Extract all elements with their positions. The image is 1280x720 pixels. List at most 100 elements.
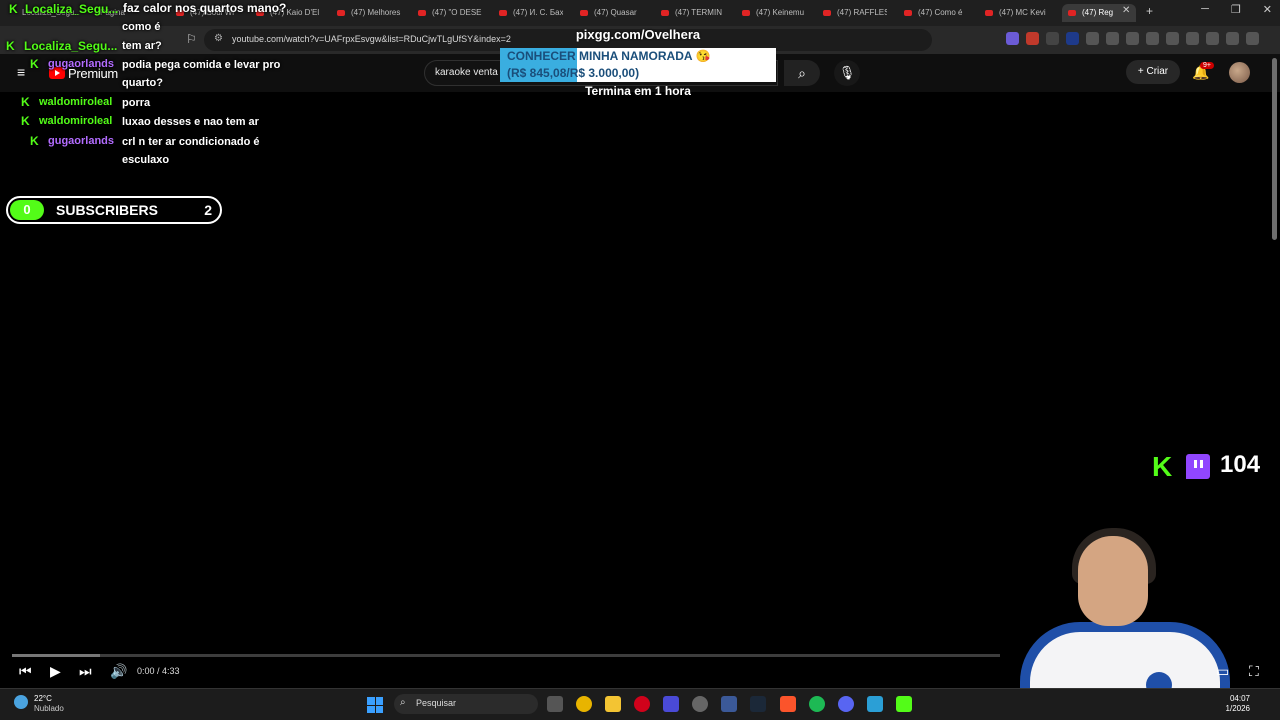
kick-badge-icon: K [21,114,30,128]
browser-tab[interactable]: (47) Melhores [337,4,401,22]
avatar[interactable] [1229,62,1250,83]
brave-icon[interactable] [780,696,796,712]
youtube-favicon-icon [823,9,831,16]
puzzle-icon[interactable] [1106,32,1119,45]
kick-badge-icon: K [9,2,18,16]
chat-text: porra [122,97,151,109]
viewer-count: 104 [1220,451,1261,478]
browser-tab[interactable]: (47) И. С. Бах [499,4,563,22]
kick-badge-icon: K [30,57,39,71]
taskbar-search[interactable]: ⌕ Pesquisar [394,694,538,714]
close-window-icon[interactable]: ✕ [1263,3,1272,16]
kick-badge-icon: K [6,39,15,53]
tab-label: (47) Keinemu [756,8,805,17]
tab-label: (47) "O DESE [432,8,482,17]
donation-goal-card: CONHECER MINHA NAMORADA 😘 (R$ 845,08/R$ … [500,48,776,82]
youtube-favicon-icon [742,9,750,16]
viewer-count-widget: K 104 [1150,451,1280,483]
app-icon[interactable] [721,696,737,712]
menu-icon[interactable] [1246,32,1259,45]
extension-icon[interactable] [1046,32,1059,45]
subs-label: SUBSCRIBERS [56,202,158,218]
music-icon[interactable] [1146,32,1159,45]
taskbar-search-placeholder: Pesquisar [416,698,457,708]
search-button[interactable]: ⌕ [784,60,820,86]
youtube-favicon-icon [904,9,912,16]
sidebar-icon[interactable] [1166,32,1179,45]
start-menu-icon[interactable] [367,697,383,713]
chat-text: luxao desses e nao tem ar [122,116,259,128]
chat-username: waldomiroleal [39,115,113,127]
weather-description: Nublado [34,704,64,713]
discord-icon[interactable] [838,696,854,712]
voice-search-button[interactable]: 🎙 [834,60,860,86]
chat-username: gugaorlands [48,58,115,70]
minimize-icon[interactable]: ─ [1201,3,1209,16]
chat-overlay: K Localiza_Segu... faz calor nos quartos… [0,0,300,180]
steam-icon[interactable] [750,696,766,712]
extension-icon[interactable] [1066,32,1079,45]
browser-tab[interactable]: (47) Quasar [580,4,644,22]
youtube-favicon-icon [985,9,993,16]
browser-tab[interactable]: (47) RAFFLES [823,4,887,22]
chat-text: podia pega comida e levar pro quarto? [122,59,281,89]
chat-text: crl n ter ar condicionado é esculaxo [122,136,260,166]
kick-badge-icon: K [30,134,39,148]
chat-username: gugaorlands [48,135,115,147]
subscribers-widget: 0 SUBSCRIBERS 2 [6,196,222,224]
wallet-icon[interactable] [1186,32,1199,45]
media-icon[interactable] [1126,32,1139,45]
tab-label: (47) Reg [1082,8,1114,17]
youtube-favicon-icon [661,9,669,16]
kick-logo-icon: K [1152,451,1173,482]
volume-icon[interactable]: 🔊 [110,663,127,680]
close-tab-icon[interactable]: ✕ [1122,5,1130,16]
browser-tab[interactable]: (47) Keinemu [742,4,806,22]
weather-temperature: 22°C [34,694,52,703]
kick-badge-icon: K [21,95,30,109]
obs-icon[interactable] [692,696,708,712]
chat-username: Localiza_Segu... [25,2,119,16]
extension-icon[interactable] [1026,32,1039,45]
create-button[interactable]: + Criar [1126,60,1180,84]
twitch-logo-icon [1186,454,1210,479]
vpn-icon[interactable] [1226,32,1239,45]
task-view-icon[interactable] [547,696,563,712]
clock-date: 1/2026 [1225,704,1250,713]
leo-ai-icon[interactable] [1206,32,1219,45]
browser-tab[interactable]: (47) TERMIN [661,4,725,22]
fullscreen-icon[interactable]: ⛶ [1249,663,1259,680]
new-tab-icon[interactable]: + [1146,4,1153,18]
file-explorer-icon[interactable] [605,696,621,712]
app-icon[interactable] [663,696,679,712]
screen: Localiza_Segu... Página (47) Soul Wi (47… [0,0,1280,720]
tab-label: (47) Quasar [594,8,637,17]
spotify-icon[interactable] [809,696,825,712]
browser-tab[interactable]: (47) MC Kevi [985,4,1049,22]
subs-left-count: 0 [10,200,44,220]
chrome-icon[interactable] [576,696,592,712]
next-icon[interactable]: ⏭ [79,663,92,680]
kick-app-icon[interactable] [896,696,912,712]
youtube-favicon-icon [580,9,588,16]
play-icon[interactable]: ▶ [50,663,61,680]
buffered-bar [12,654,100,657]
page-scrollbar[interactable] [1272,58,1277,240]
goal-ends-text: Termina em 1 hora [585,84,691,98]
theater-mode-icon[interactable]: ▭ [1216,663,1229,680]
opera-icon[interactable] [634,696,650,712]
previous-icon[interactable]: ⏮ [19,663,32,680]
youtube-favicon-icon [1068,9,1076,16]
tab-label: (47) RAFFLES [837,8,887,17]
restore-icon[interactable]: ❐ [1231,3,1241,16]
weather-icon[interactable] [14,695,28,709]
search-icon: ⌕ [400,697,406,708]
clock-time[interactable]: 04:07 [1218,694,1250,703]
chat-username: waldomiroleal [39,96,113,108]
tab-label: (47) Melhores [351,8,401,17]
extension-icon[interactable] [1086,32,1099,45]
extension-icon[interactable] [1006,32,1019,45]
browser-tab[interactable]: (47) Como é [904,4,968,22]
browser-tab[interactable]: (47) "O DESE [418,4,482,22]
notepad-icon[interactable] [867,696,883,712]
